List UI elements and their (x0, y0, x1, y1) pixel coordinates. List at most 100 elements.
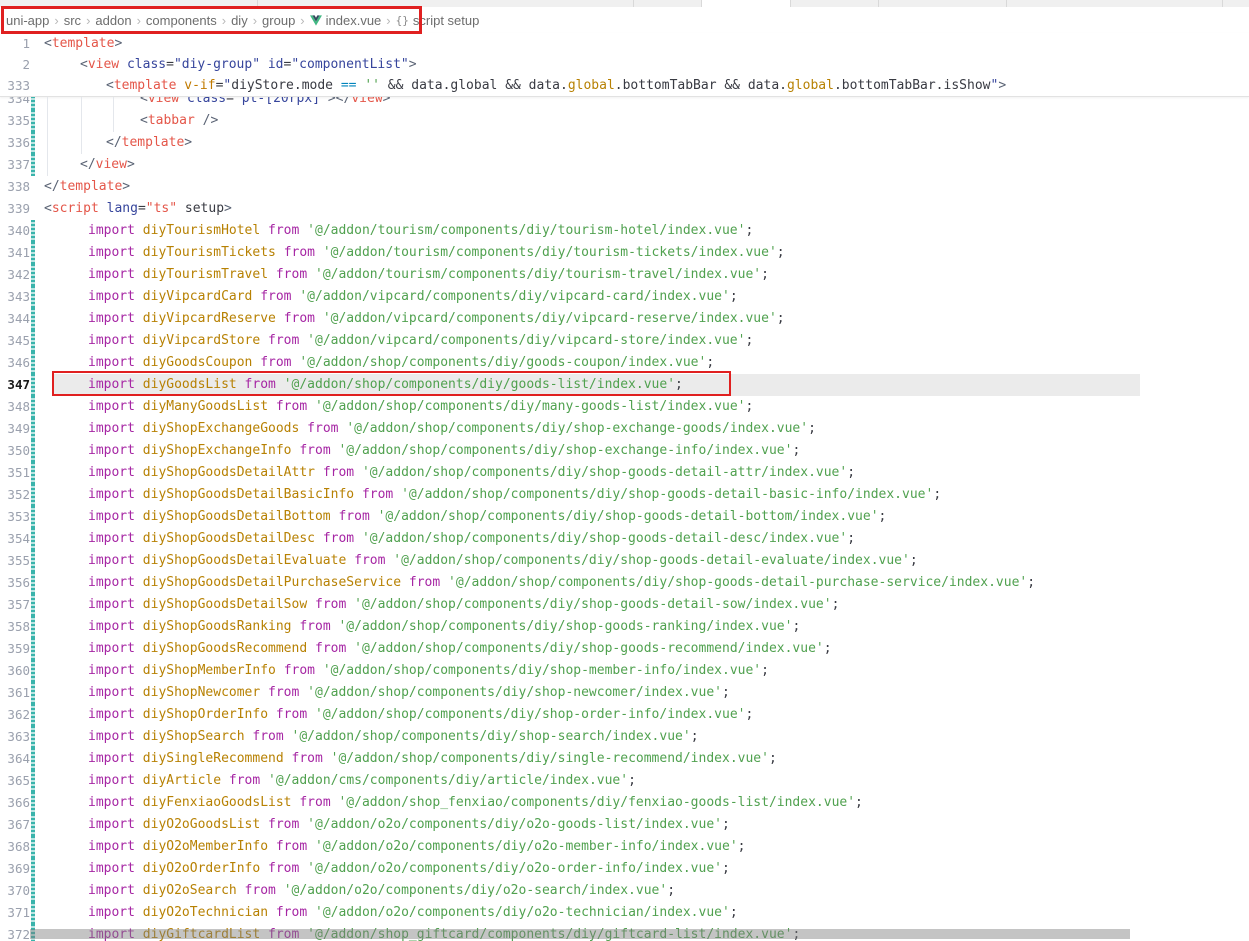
breadcrumb-item-components[interactable]: components (146, 13, 217, 28)
code-line-1[interactable]: 1<template> (0, 33, 1249, 54)
code-line-333[interactable]: 333<template v-if="diyStore.mode == '' &… (0, 75, 1249, 96)
line-number[interactable]: 354 (0, 528, 30, 550)
line-number[interactable]: 371 (0, 902, 30, 924)
line-number[interactable]: 356 (0, 572, 30, 594)
code-line-355[interactable]: 355import diyShopGoodsDetailEvaluate fro… (0, 550, 1249, 572)
line-number[interactable]: 355 (0, 550, 30, 572)
line-number[interactable]: 369 (0, 858, 30, 880)
code-line-360[interactable]: 360import diyShopMemberInfo from '@/addo… (0, 660, 1249, 682)
editor-pane[interactable]: 1<template>2<view class="diy-group" id="… (0, 33, 1249, 941)
code-line-350[interactable]: 350import diyShopExchangeInfo from '@/ad… (0, 440, 1249, 462)
line-number[interactable]: 370 (0, 880, 30, 902)
line-number[interactable]: 350 (0, 440, 30, 462)
token: < (44, 201, 52, 216)
line-number[interactable]: 367 (0, 814, 30, 836)
line-number[interactable]: 351 (0, 462, 30, 484)
code-line-340[interactable]: 340import diyTourismHotel from '@/addon/… (0, 220, 1249, 242)
line-number[interactable]: 345 (0, 330, 30, 352)
line-number[interactable]: 1 (0, 33, 30, 54)
code-line-367[interactable]: 367import diyO2oGoodsList from '@/addon/… (0, 814, 1249, 836)
line-number[interactable]: 343 (0, 286, 30, 308)
code-line-348[interactable]: 348import diyManyGoodsList from '@/addon… (0, 396, 1249, 418)
horizontal-scrollbar[interactable] (30, 929, 1130, 939)
code-line-366[interactable]: 366import diyFenxiaoGoodsList from '@/ad… (0, 792, 1249, 814)
code-line-371[interactable]: 371import diyO2oTechnician from '@/addon… (0, 902, 1249, 924)
line-number[interactable]: 340 (0, 220, 30, 242)
line-number[interactable]: 336 (0, 132, 30, 154)
breadcrumb-item-index-vue[interactable]: index.vue (310, 13, 382, 28)
active-tab[interactable] (701, 0, 790, 7)
line-number[interactable]: 357 (0, 594, 30, 616)
code-line-349[interactable]: 349import diyShopExchangeGoods from '@/a… (0, 418, 1249, 440)
code-line-362[interactable]: 362import diyShopOrderInfo from '@/addon… (0, 704, 1249, 726)
line-number[interactable]: 361 (0, 682, 30, 704)
code-line-2[interactable]: 2<view class="diy-group" id="componentLi… (0, 54, 1249, 75)
tab-bar[interactable] (0, 0, 1249, 7)
line-number[interactable]: 362 (0, 704, 30, 726)
code-line-365[interactable]: 365import diyArticle from '@/addon/cms/c… (0, 770, 1249, 792)
line-number[interactable]: 341 (0, 242, 30, 264)
breadcrumb-item-group[interactable]: group (262, 13, 295, 28)
code-line-351[interactable]: 351import diyShopGoodsDetailAttr from '@… (0, 462, 1249, 484)
partial-line-334[interactable]: 334<view class="pt-[20rpx]"></view> (0, 97, 1249, 110)
code-line-336[interactable]: 336</template> (0, 132, 1249, 154)
code-line-339[interactable]: 339<script lang="ts" setup> (0, 198, 1249, 220)
code-line-363[interactable]: 363import diyShopSearch from '@/addon/sh… (0, 726, 1249, 748)
breadcrumb-item-diy[interactable]: diy (231, 13, 248, 28)
code-viewport[interactable]: 335<tabbar />336</template>337</view>338… (0, 110, 1249, 941)
breadcrumb-item-uni-app[interactable]: uni-app (6, 13, 49, 28)
code-line-357[interactable]: 357import diyShopGoodsDetailSow from '@/… (0, 594, 1249, 616)
line-number[interactable]: 334 (0, 97, 30, 110)
code-line-370[interactable]: 370import diyO2oSearch from '@/addon/o2o… (0, 880, 1249, 902)
breadcrumb-item-addon[interactable]: addon (95, 13, 131, 28)
line-number[interactable]: 360 (0, 660, 30, 682)
code-line-346[interactable]: 346import diyGoodsCoupon from '@/addon/s… (0, 352, 1249, 374)
code-line-368[interactable]: 368import diyO2oMemberInfo from '@/addon… (0, 836, 1249, 858)
line-number[interactable]: 2 (0, 54, 30, 75)
code-line-338[interactable]: 338</template> (0, 176, 1249, 198)
line-number[interactable]: 365 (0, 770, 30, 792)
line-number[interactable]: 363 (0, 726, 30, 748)
line-number[interactable]: 338 (0, 176, 30, 198)
line-number[interactable]: 335 (0, 110, 30, 132)
line-number[interactable]: 344 (0, 308, 30, 330)
line-number[interactable]: 346 (0, 352, 30, 374)
code-line-356[interactable]: 356import diyShopGoodsDetailPurchaseServ… (0, 572, 1249, 594)
code-line-353[interactable]: 353import diyShopGoodsDetailBottom from … (0, 506, 1249, 528)
line-number[interactable]: 347 (0, 374, 30, 396)
line-number[interactable]: 339 (0, 198, 30, 220)
code-line-354[interactable]: 354import diyShopGoodsDetailDesc from '@… (0, 528, 1249, 550)
line-number[interactable]: 333 (0, 75, 30, 96)
line-number[interactable]: 349 (0, 418, 30, 440)
code-line-345[interactable]: 345import diyVipcardStore from '@/addon/… (0, 330, 1249, 352)
line-number[interactable]: 359 (0, 638, 30, 660)
code-line-334[interactable]: 334<view class="pt-[20rpx]"></view> (0, 97, 1249, 110)
line-number[interactable]: 366 (0, 792, 30, 814)
breadcrumb-item-src[interactable]: src (64, 13, 81, 28)
code-line-337[interactable]: 337</view> (0, 154, 1249, 176)
code-line-361[interactable]: 361import diyShopNewcomer from '@/addon/… (0, 682, 1249, 704)
line-number[interactable]: 342 (0, 264, 30, 286)
breadcrumb-item-script-setup[interactable]: {}script setup (396, 13, 480, 28)
code-line-358[interactable]: 358import diyShopGoodsRanking from '@/ad… (0, 616, 1249, 638)
line-number[interactable]: 368 (0, 836, 30, 858)
line-number[interactable]: 358 (0, 616, 30, 638)
code-line-347[interactable]: 347import diyGoodsList from '@/addon/sho… (0, 374, 1249, 396)
code-line-342[interactable]: 342import diyTourismTravel from '@/addon… (0, 264, 1249, 286)
code-line-364[interactable]: 364import diySingleRecommend from '@/add… (0, 748, 1249, 770)
code-line-341[interactable]: 341import diyTourismTickets from '@/addo… (0, 242, 1249, 264)
line-number[interactable]: 364 (0, 748, 30, 770)
code-line-344[interactable]: 344import diyVipcardReserve from '@/addo… (0, 308, 1249, 330)
line-number[interactable]: 352 (0, 484, 30, 506)
code-line-343[interactable]: 343import diyVipcardCard from '@/addon/v… (0, 286, 1249, 308)
line-number[interactable]: 337 (0, 154, 30, 176)
line-number[interactable]: 372 (0, 924, 30, 941)
token: view (351, 97, 382, 106)
line-number[interactable]: 348 (0, 396, 30, 418)
code-line-359[interactable]: 359import diyShopGoodsRecommend from '@/… (0, 638, 1249, 660)
code-line-369[interactable]: 369import diyO2oOrderInfo from '@/addon/… (0, 858, 1249, 880)
code-line-335[interactable]: 335<tabbar /> (0, 110, 1249, 132)
sticky-scroll[interactable]: 1<template>2<view class="diy-group" id="… (0, 33, 1249, 97)
line-number[interactable]: 353 (0, 506, 30, 528)
code-line-352[interactable]: 352import diyShopGoodsDetailBasicInfo fr… (0, 484, 1249, 506)
